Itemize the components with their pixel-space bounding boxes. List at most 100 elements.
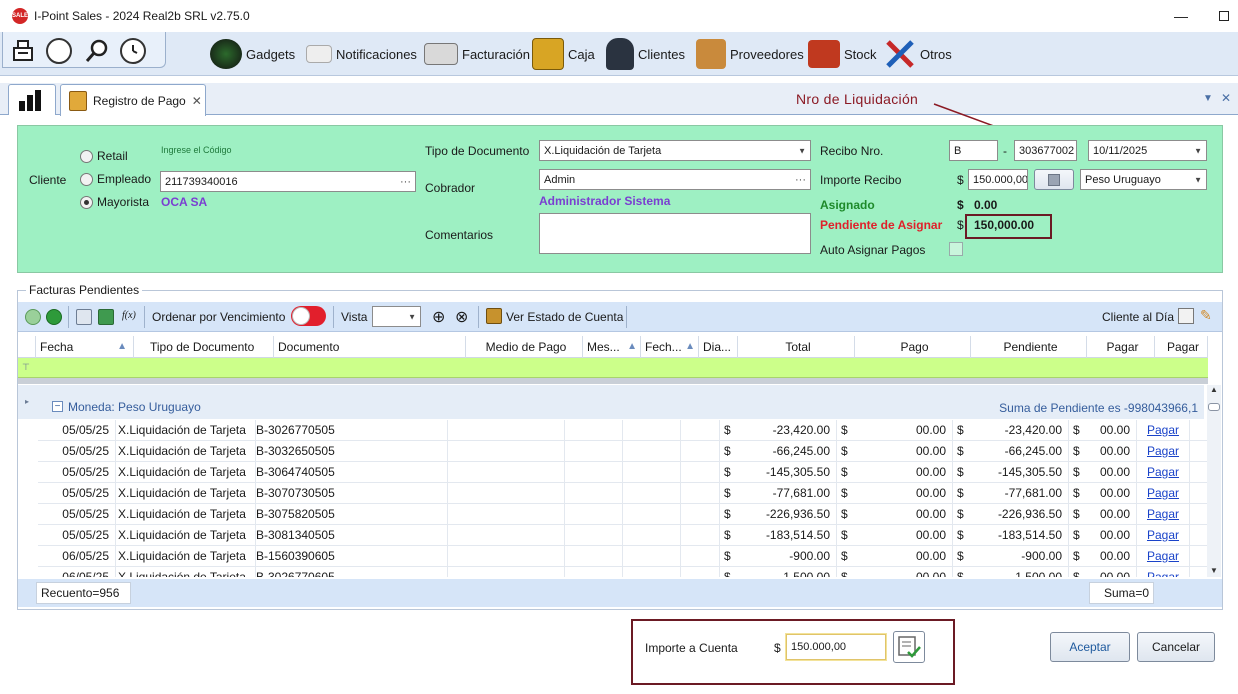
currency-symbol: $ <box>724 486 731 500</box>
cell-mes <box>565 504 623 525</box>
table-row[interactable]: 06/05/25 X.Liquidación de Tarjeta B-156039… <box>38 546 1208 567</box>
cell-pendiente: $ -66,245.00 <box>953 441 1069 462</box>
currency-symbol: $ <box>1073 423 1080 437</box>
cancelar-button[interactable]: Cancelar <box>1137 632 1215 662</box>
cell-pago-value: 00.00 <box>915 528 946 542</box>
cell-pagar-link-value[interactable]: Pagar <box>1147 570 1179 577</box>
cell-pagar-amount-value: 00.00 <box>1099 549 1130 563</box>
currency-symbol: $ <box>841 423 848 437</box>
cell-pago: $00.00 <box>837 546 953 567</box>
currency-symbol: $ <box>1073 486 1080 500</box>
cell-tipo-value: X.Liquidación de Tarjeta <box>118 423 246 437</box>
cell-total: $ -66,245.00 <box>720 441 837 462</box>
cell-pagar-link-value[interactable]: Pagar <box>1147 507 1179 521</box>
currency-symbol: $ <box>724 549 731 563</box>
cell-pagar-amount: $00.00 <box>1069 441 1137 462</box>
table-row[interactable]: 05/05/25 X.Liquidación de Tarjeta B-302677… <box>38 420 1208 441</box>
cell-fecha: 05/05/25 <box>38 483 116 504</box>
table-row[interactable]: 05/05/25 X.Liquidación de Tarjeta B-308134… <box>38 525 1208 546</box>
currency-symbol: $ <box>724 528 731 542</box>
currency-symbol: $ <box>841 465 848 479</box>
cell-pagar-link-value[interactable]: Pagar <box>1147 528 1179 542</box>
cell-fecha-venc <box>623 462 681 483</box>
cell-total-value: -183,514.50 <box>765 528 830 542</box>
cell-documento-value: B-3026770505 <box>256 423 335 437</box>
cell-tipo: X.Liquidación de Tarjeta <box>116 525 256 546</box>
vertical-scrollbar[interactable]: ▲ ▼ <box>1207 385 1221 577</box>
cell-documento: B-3032650505 <box>256 441 448 462</box>
cell-pago-value: 00.00 <box>915 444 946 458</box>
cell-tipo-value: X.Liquidación de Tarjeta <box>118 549 246 563</box>
cell-medio-pago <box>448 504 565 525</box>
cell-documento-value: B-3032650505 <box>256 444 335 458</box>
cell-pago: $00.00 <box>837 441 953 462</box>
cell-pagar-link-value[interactable]: Pagar <box>1147 486 1179 500</box>
cell-total-value: -226,936.50 <box>765 507 830 521</box>
cell-pagar-link[interactable]: Pagar <box>1137 525 1190 546</box>
importe-cuenta-input[interactable]: 150.000,00 <box>786 634 886 660</box>
currency-symbol: $ <box>957 423 964 437</box>
cell-documento: B-3026770605 <box>256 567 448 577</box>
cell-total-value: -145,305.50 <box>765 465 830 479</box>
currency-symbol: $ <box>724 444 731 458</box>
table-row[interactable]: 05/05/25 X.Liquidación de Tarjeta B-303265… <box>38 441 1208 462</box>
cell-documento: B-1560390605 <box>256 546 448 567</box>
cell-pagar-link[interactable]: Pagar <box>1137 483 1190 504</box>
cell-total-value: -23,420.00 <box>772 423 830 437</box>
cell-fecha-value: 05/05/25 <box>62 507 109 521</box>
currency-symbol: $ <box>1073 465 1080 479</box>
importe-cuenta-value: 150.000,00 <box>791 641 847 653</box>
check-document-icon <box>898 636 921 658</box>
cell-pagar-amount-value: 00.00 <box>1099 465 1130 479</box>
cell-fecha-venc <box>623 441 681 462</box>
cell-total: $ -1,500.00 <box>720 567 837 577</box>
cell-pendiente-value: -226,936.50 <box>997 507 1062 521</box>
cell-pago: $00.00 <box>837 462 953 483</box>
cell-mes <box>565 567 623 577</box>
table-row[interactable]: 05/05/25 X.Liquidación de Tarjeta B-307073… <box>38 483 1208 504</box>
currency-symbol: $ <box>1073 507 1080 521</box>
table-row[interactable]: 05/05/25 X.Liquidación de Tarjeta B-306474… <box>38 462 1208 483</box>
cell-medio-pago <box>448 525 565 546</box>
cell-pagar-link-value[interactable]: Pagar <box>1147 444 1179 458</box>
cell-documento: B-3075820505 <box>256 504 448 525</box>
cell-pendiente-value: -183,514.50 <box>997 528 1062 542</box>
cell-pagar-amount-value: 00.00 <box>1099 570 1130 577</box>
cell-pago-value: 00.00 <box>915 423 946 437</box>
cell-pendiente-value: -66,245.00 <box>1004 444 1062 458</box>
cell-fecha: 05/05/25 <box>38 525 116 546</box>
cell-pagar-link[interactable]: Pagar <box>1137 567 1190 577</box>
cell-fecha-value: 05/05/25 <box>62 486 109 500</box>
cell-fecha-value: 05/05/25 <box>62 423 109 437</box>
cell-pago-value: 00.00 <box>915 465 946 479</box>
cell-pagar-link-value[interactable]: Pagar <box>1147 465 1179 479</box>
cell-pendiente: $ -1,500.00 <box>953 567 1069 577</box>
confirm-amount-button[interactable] <box>893 631 925 663</box>
cell-pagar-link[interactable]: Pagar <box>1137 441 1190 462</box>
cell-tipo: X.Liquidación de Tarjeta <box>116 462 256 483</box>
cell-pagar-link[interactable]: Pagar <box>1137 546 1190 567</box>
cell-pendiente: $ -900.00 <box>953 546 1069 567</box>
cell-documento-value: B-3026770605 <box>256 570 335 577</box>
cell-documento-value: B-3075820505 <box>256 507 335 521</box>
table-row[interactable]: 05/05/25 X.Liquidación de Tarjeta B-307582… <box>38 504 1208 525</box>
cell-tipo: X.Liquidación de Tarjeta <box>116 546 256 567</box>
cell-pagar-link[interactable]: Pagar <box>1137 504 1190 525</box>
grid-body: 05/05/25 X.Liquidación de Tarjeta B-302677… <box>0 0 1238 577</box>
table-row[interactable]: 06/05/25 X.Liquidación de Tarjeta B-302677… <box>38 567 1208 577</box>
cell-medio-pago <box>448 420 565 441</box>
cell-fecha-venc <box>623 420 681 441</box>
cell-pagar-link[interactable]: Pagar <box>1137 462 1190 483</box>
scroll-down-icon: ▼ <box>1210 566 1218 575</box>
grid-footer <box>18 579 1222 607</box>
cell-dias <box>681 441 720 462</box>
cell-pagar-link-value[interactable]: Pagar <box>1147 549 1179 563</box>
cell-total-value: -1,500.00 <box>779 570 830 577</box>
cell-mes <box>565 483 623 504</box>
cell-pagar-link[interactable]: Pagar <box>1137 420 1190 441</box>
cell-pagar-link-value[interactable]: Pagar <box>1147 423 1179 437</box>
cell-medio-pago <box>448 567 565 577</box>
cell-fecha: 05/05/25 <box>38 420 116 441</box>
aceptar-button[interactable]: Aceptar <box>1050 632 1130 662</box>
cell-pagar-amount-value: 00.00 <box>1099 444 1130 458</box>
